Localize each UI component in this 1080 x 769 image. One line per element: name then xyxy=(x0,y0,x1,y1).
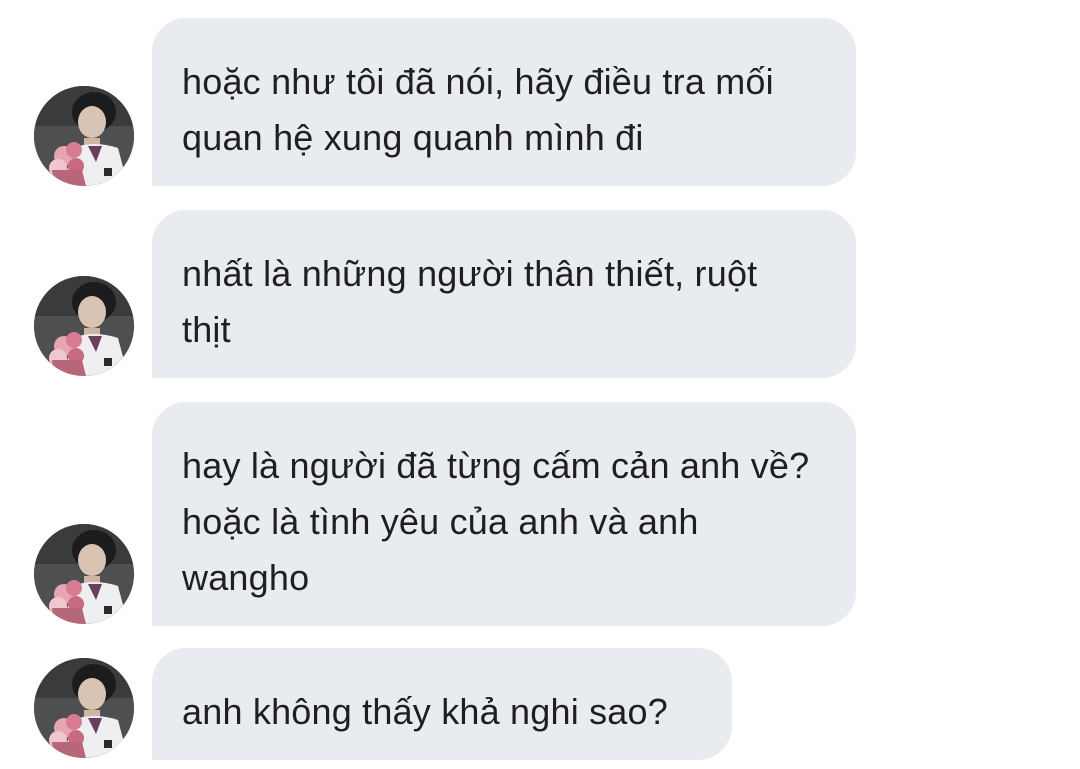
avatar-image xyxy=(34,658,134,758)
message-text-line: thịt xyxy=(182,309,231,350)
message-text-line: hoặc như tôi đã nói, hãy điều tra mối xyxy=(182,61,774,102)
avatar-image xyxy=(34,276,134,376)
message-bubble[interactable]: hay là người đã từng cấm cản anh về? hoặ… xyxy=(152,402,856,626)
message-text-line: wangho xyxy=(182,557,310,598)
avatar-image xyxy=(34,524,134,624)
avatar-image xyxy=(34,86,134,186)
message-bubble[interactable]: anh không thấy khả nghi sao? xyxy=(152,648,732,760)
message-text-line: hay là người đã từng cấm cản anh về? xyxy=(182,445,810,486)
avatar[interactable] xyxy=(34,276,134,376)
message-bubble[interactable]: hoặc như tôi đã nói, hãy điều tra mối qu… xyxy=(152,18,856,186)
message-text-line: quan hệ xung quanh mình đi xyxy=(182,117,644,158)
avatar[interactable] xyxy=(34,524,134,624)
message-bubble[interactable]: nhất là những người thân thiết, ruột thị… xyxy=(152,210,856,378)
avatar[interactable] xyxy=(34,86,134,186)
message-text-line: nhất là những người thân thiết, ruột xyxy=(182,253,758,294)
message-text-line: hoặc là tình yêu của anh và anh xyxy=(182,501,699,542)
message-text-line: anh không thấy khả nghi sao? xyxy=(182,691,668,732)
avatar[interactable] xyxy=(34,658,134,758)
